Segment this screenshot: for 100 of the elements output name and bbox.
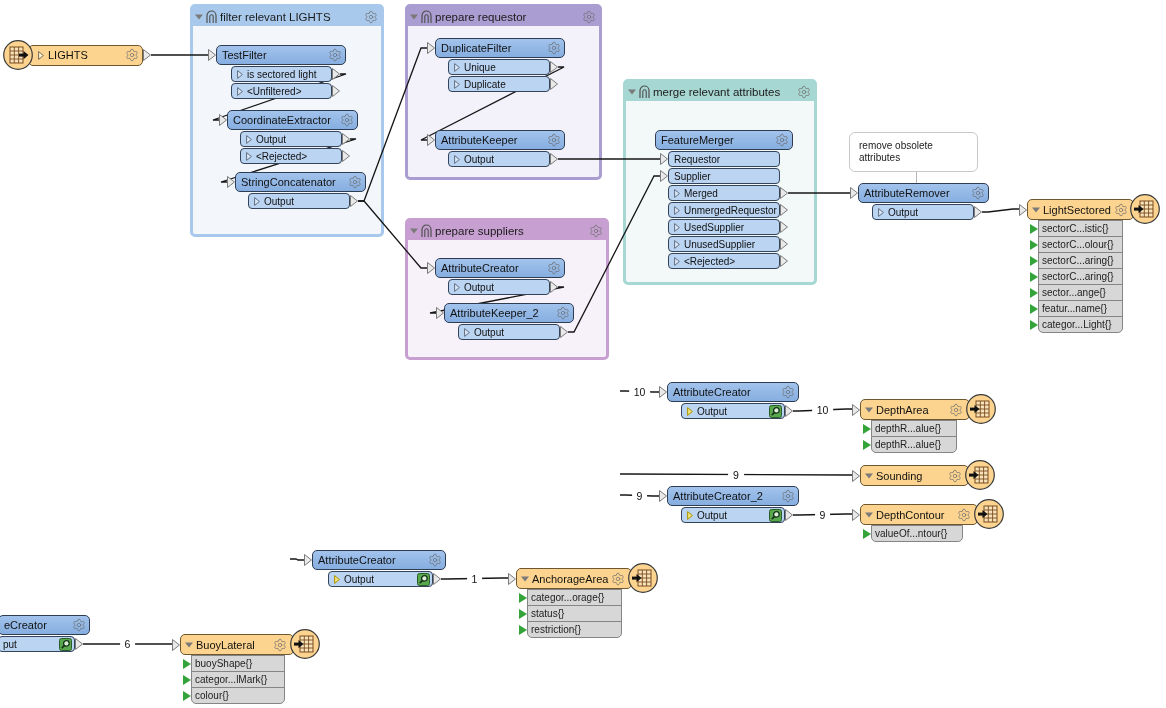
caret-right-icon[interactable] [237,86,243,96]
transformer-node[interactable]: AttributeKeeper [435,130,565,150]
output-port[interactable]: UnmergedRequestor [668,202,780,218]
port-triangle-icon[interactable] [550,61,558,73]
settings-icon[interactable] [556,306,570,320]
table-icon[interactable] [290,629,320,659]
output-port[interactable]: <Rejected> [668,253,780,269]
caret-right-icon[interactable] [454,282,460,292]
caret-right-icon[interactable] [674,256,680,266]
settings-icon[interactable] [72,618,86,632]
transformer-node[interactable]: AttributeKeeper_2 [444,303,574,323]
output-port[interactable]: put [0,636,75,652]
output-port[interactable]: Output [448,279,550,295]
caret-right-icon[interactable] [674,239,680,249]
transformer-node[interactable]: AttributeCreator [667,382,799,402]
table-icon[interactable] [1130,194,1160,224]
caret-right-icon[interactable] [454,62,460,72]
writer-node[interactable]: BuoyLateral [180,634,294,655]
output-port[interactable]: is sectored light [231,66,332,82]
settings-icon[interactable] [547,41,561,55]
reader-node[interactable]: LIGHTS [28,44,143,66]
input-port[interactable]: Supplier [668,168,780,184]
bookmark-header[interactable]: filter relevant LIGHTS [193,7,381,26]
caret-down-icon[interactable] [410,226,418,235]
settings-icon[interactable] [273,637,287,652]
settings-icon[interactable] [364,9,378,24]
settings-icon[interactable] [428,553,442,567]
transformer-node[interactable]: eCreator [0,615,90,635]
settings-icon[interactable] [611,571,626,586]
caret-right-icon[interactable] [878,207,884,217]
caret-right-icon[interactable] [674,205,680,215]
settings-icon[interactable] [781,385,795,399]
output-port[interactable]: Output [328,571,433,587]
output-port[interactable]: Output [681,403,785,419]
caret-down-icon[interactable] [628,87,636,96]
writer-node[interactable]: AnchorageArea [516,568,632,589]
search-icon[interactable] [769,404,782,418]
port-triangle-icon[interactable] [332,68,340,80]
output-port[interactable]: Unique [448,59,550,75]
transformer-node[interactable]: TestFilter [216,45,346,65]
caret-right-icon[interactable] [454,154,460,164]
settings-icon[interactable] [547,261,561,275]
writer-node[interactable]: LightSectored [1027,199,1134,220]
caret-down-icon[interactable] [865,471,873,480]
caret-down-icon[interactable] [865,510,873,519]
port-triangle-icon[interactable] [436,307,444,319]
output-port[interactable]: Output [448,151,550,167]
caret-right-icon[interactable] [254,196,260,206]
output-port[interactable]: UnusedSupplier [668,236,780,252]
output-port[interactable]: Output [458,324,560,340]
table-icon[interactable] [965,460,995,490]
writer-node[interactable]: DepthArea [860,399,970,420]
output-port[interactable]: Output [681,507,785,523]
table-icon[interactable] [966,394,996,424]
transformer-node[interactable]: FeatureMerger [655,130,793,150]
transformer-node[interactable]: StringConcatenator [235,172,366,192]
caret-right-icon[interactable] [674,222,680,232]
output-port[interactable]: <Unfiltered> [231,83,332,99]
bookmark-header[interactable]: prepare suppliers [408,221,606,240]
table-icon[interactable] [628,563,658,593]
caret-right-icon[interactable] [454,79,460,89]
caret-right-icon[interactable] [674,188,680,198]
settings-icon[interactable] [957,507,971,522]
caret-right-icon[interactable] [246,134,252,144]
caret-right-icon[interactable] [687,406,693,416]
output-port[interactable]: Output [872,204,974,220]
output-port[interactable]: UsedSupplier [668,219,780,235]
transformer-node[interactable]: CoordinateExtractor [227,110,358,130]
writer-node[interactable]: Sounding [860,465,969,486]
settings-icon[interactable] [1113,202,1128,217]
settings-icon[interactable] [348,175,362,189]
port-triangle-icon[interactable] [427,134,435,146]
settings-icon[interactable] [948,468,962,483]
caret-right-icon[interactable] [687,510,693,520]
settings-icon[interactable] [775,133,789,147]
caret-down-icon[interactable] [185,640,193,649]
table-icon[interactable] [3,40,33,70]
table-icon[interactable] [974,499,1004,529]
search-icon[interactable] [769,508,782,522]
output-port[interactable]: Output [248,193,350,209]
caret-right-icon[interactable] [464,327,470,337]
output-port[interactable]: Duplicate [448,76,550,92]
transformer-node[interactable]: AttributeRemover [858,183,989,203]
settings-icon[interactable] [547,133,561,147]
caret-down-icon[interactable] [865,405,873,414]
caret-right-icon[interactable] [246,151,252,161]
input-port[interactable]: Requestor [668,151,780,167]
caret-down-icon[interactable] [195,12,203,21]
search-icon[interactable] [417,572,430,586]
transformer-node[interactable]: AttributeCreator [312,550,446,570]
search-icon[interactable] [59,637,72,651]
caret-down-icon[interactable] [521,574,529,583]
caret-right-icon[interactable] [237,69,243,79]
settings-icon[interactable] [797,84,811,99]
caret-down-icon[interactable] [1032,205,1040,214]
output-port[interactable]: Merged [668,185,780,201]
output-port[interactable]: <Rejected> [240,148,342,164]
settings-icon[interactable] [971,186,985,200]
settings-icon[interactable] [781,489,795,503]
output-port[interactable]: Output [240,131,342,147]
